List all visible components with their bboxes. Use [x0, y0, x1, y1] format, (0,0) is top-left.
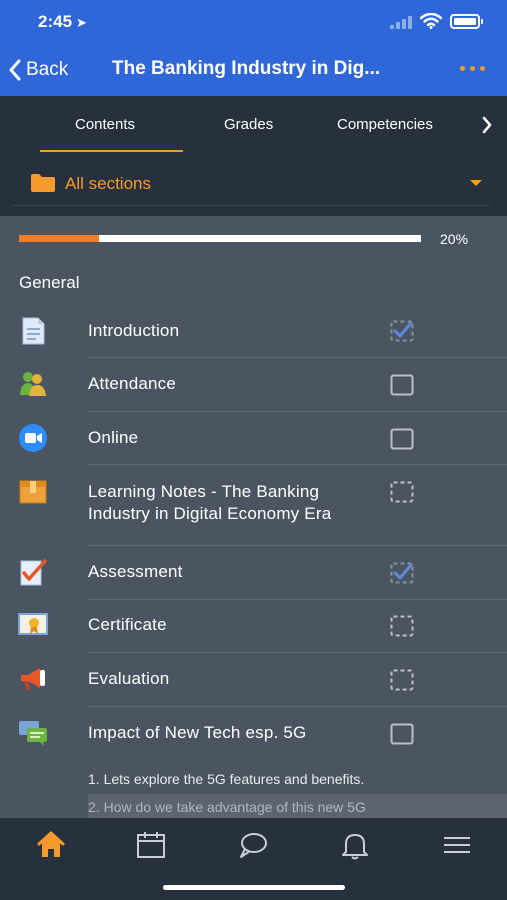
activity-row-forum[interactable]: Impact of New Tech esp. 5G — [0, 718, 507, 762]
checkbox-checked-icon — [390, 562, 414, 584]
activity-row-learning-notes[interactable]: Learning Notes - The Banking Industry in… — [0, 477, 507, 546]
menu-icon[interactable] — [442, 830, 472, 860]
progress-percent: 20% — [440, 231, 469, 247]
page-icon — [22, 317, 45, 345]
tab-bar: Contents Grades Competencies — [0, 96, 507, 154]
activity-row-online[interactable]: Online — [0, 423, 507, 465]
folder-icon — [31, 174, 55, 192]
top-bar: 2:45 ➤ Back The Banking Industry in Dig..… — [0, 0, 507, 96]
checkbox-empty-icon[interactable] — [390, 723, 414, 745]
checkbox-checked-icon[interactable] — [390, 320, 414, 342]
chevron-left-icon — [9, 59, 21, 81]
forum-description-line: 1. Lets explore the 5G features and bene… — [88, 771, 365, 787]
tab-grades[interactable]: Grades — [224, 116, 273, 133]
checkbox-auto-empty-icon — [390, 669, 414, 691]
page-title: The Banking Industry in Dig... — [112, 58, 381, 79]
more-dots-icon[interactable] — [460, 66, 485, 71]
activity-label: Online — [88, 428, 139, 447]
forum-description-line: 2. How do we take advantage of this new … — [88, 794, 507, 818]
activity-label: Evaluation — [88, 669, 170, 688]
box-icon — [19, 480, 47, 504]
checkbox-empty-icon[interactable] — [390, 428, 414, 450]
activity-row-certificate[interactable]: Certificate — [0, 610, 507, 653]
checkbox-auto-empty-icon — [390, 615, 414, 637]
activity-label: Assessment — [88, 562, 183, 581]
tab-contents[interactable]: Contents — [75, 116, 135, 133]
activity-row-evaluation[interactable]: Evaluation — [0, 664, 507, 707]
section-selector[interactable]: All sections — [0, 154, 507, 216]
signal-icon — [390, 15, 414, 29]
course-progress-bar — [19, 235, 421, 242]
video-icon — [19, 424, 47, 452]
attendance-icon — [20, 372, 46, 396]
quiz-icon — [20, 559, 47, 586]
status-bar: 2:45 ➤ — [0, 0, 507, 44]
home-icon[interactable] — [36, 830, 66, 860]
home-indicator — [163, 885, 345, 890]
tab-competencies[interactable]: Competencies — [337, 116, 433, 133]
activity-row-assessment[interactable]: Assessment — [0, 557, 507, 600]
messages-icon[interactable] — [238, 830, 268, 860]
wifi-icon — [420, 13, 442, 29]
active-tab-indicator — [40, 150, 183, 152]
activity-label: Impact of New Tech esp. 5G — [88, 723, 307, 742]
activity-label: Attendance — [88, 374, 177, 393]
progress-fill — [19, 235, 100, 242]
certificate-icon — [18, 613, 48, 635]
back-button[interactable]: Back — [8, 56, 68, 84]
notifications-icon[interactable] — [340, 830, 370, 860]
activity-label: Introduction — [88, 321, 180, 340]
section-title: General — [19, 273, 80, 292]
activity-row-introduction[interactable]: Introduction — [0, 316, 507, 358]
activity-label: Certificate — [88, 615, 167, 634]
location-arrow-icon: ➤ — [76, 15, 87, 30]
chevron-down-icon — [470, 180, 482, 186]
activity-label: Learning Notes - The Banking Industry in… — [88, 482, 332, 523]
activity-row-attendance[interactable]: Attendance — [0, 369, 507, 412]
forum-icon — [19, 721, 47, 746]
calendar-icon[interactable] — [136, 830, 166, 860]
chevron-right-icon[interactable] — [481, 116, 493, 134]
navigation-bar: Back The Banking Industry in Dig... — [0, 44, 507, 96]
megaphone-icon — [21, 668, 45, 690]
checkbox-empty-icon[interactable] — [390, 374, 414, 396]
back-label: Back — [26, 59, 69, 80]
status-time: 2:45 ➤ — [38, 12, 87, 31]
battery-icon — [450, 14, 483, 29]
section-selector-label: All sections — [65, 174, 151, 193]
checkbox-auto-empty-icon — [390, 481, 414, 503]
